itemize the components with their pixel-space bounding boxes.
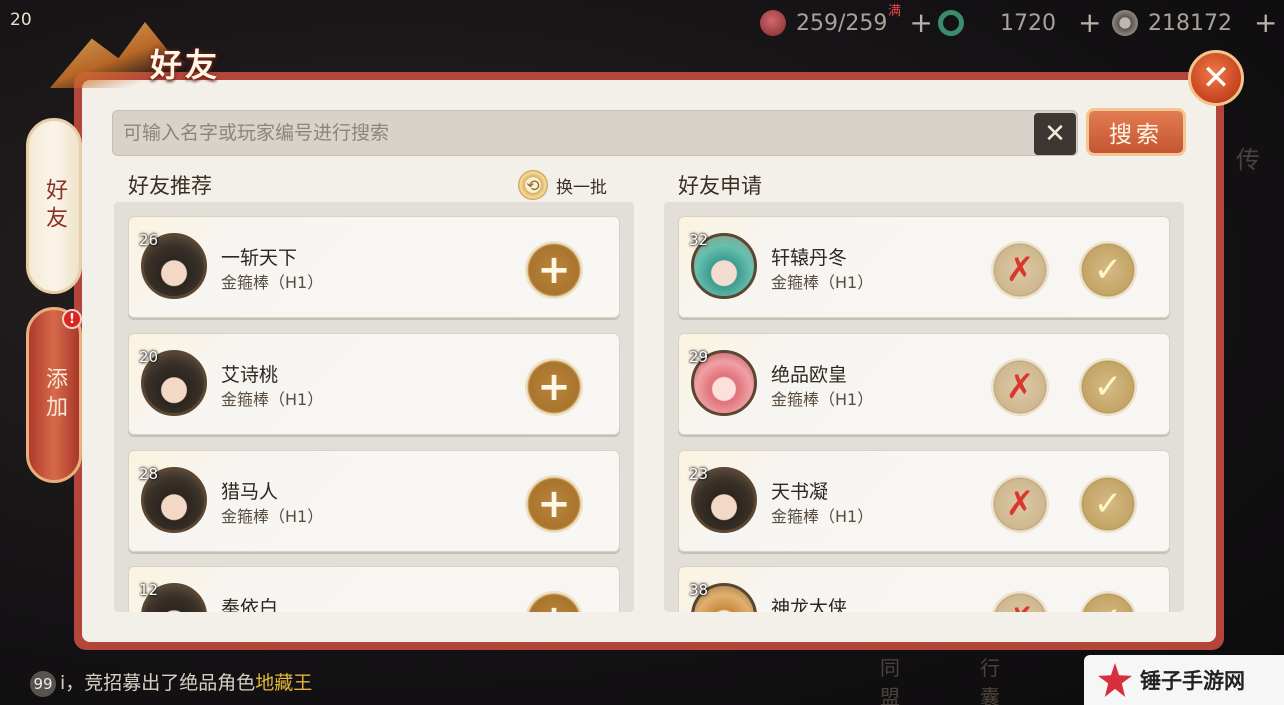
refresh-label: 换一批 <box>556 177 607 198</box>
list-item: 12 奉依白 + <box>128 566 620 612</box>
bg-alliance-label: 同 盟 <box>880 656 900 705</box>
avatar-level: 38 <box>689 581 709 599</box>
list-item: 23 天书凝 金箍棒（H1） ✗ ✓ <box>678 450 1170 552</box>
chat-text: i，竞招募出了绝品角色 <box>60 672 256 694</box>
add-stamina-button[interactable]: + <box>909 9 932 37</box>
avatar-level: 26 <box>139 231 159 249</box>
clear-search-button[interactable]: ✕ <box>1034 113 1076 155</box>
add-friend-button[interactable]: + <box>525 241 583 299</box>
player-level: 20 <box>10 10 32 30</box>
reject-request-button[interactable]: ✗ <box>991 358 1049 416</box>
tab-friends[interactable]: 好友 <box>26 118 82 294</box>
coin-icon <box>1112 10 1138 36</box>
recommend-title: 好友推荐 <box>128 174 212 198</box>
stamina-value: 259/259 <box>796 10 888 36</box>
avatar-level: 29 <box>689 348 709 366</box>
avatar-level: 28 <box>139 465 159 483</box>
reject-request-button[interactable]: ✗ <box>991 475 1049 533</box>
coin-value: 218172 <box>1148 10 1232 36</box>
add-friend-button[interactable]: + <box>525 475 583 533</box>
add-jade-button[interactable]: + <box>1078 9 1101 37</box>
search-box <box>112 110 1078 156</box>
watermark: 锤子手游网 <box>1084 655 1284 705</box>
list-item: 28 猎马人 金箍棒（H1） + <box>128 450 620 552</box>
list-item: 20 艾诗桃 金箍棒（H1） + <box>128 333 620 435</box>
accept-request-button[interactable]: ✓ <box>1079 358 1137 416</box>
bg-legend-label: 传 <box>1236 146 1260 174</box>
player-server: 金箍棒（H1） <box>221 507 324 526</box>
player-name: 一斩天下 <box>221 247 298 269</box>
requests-title: 好友申请 <box>678 174 762 198</box>
tab-add[interactable]: 添加 <box>26 307 82 483</box>
jade-value: 1720 <box>1000 10 1056 36</box>
accept-request-button[interactable]: ✓ <box>1079 475 1137 533</box>
stamina-full-tag: 满 <box>888 4 902 19</box>
list-item: 26 一斩天下 金箍棒（H1） + <box>128 216 620 318</box>
avatar-level: 12 <box>139 581 159 599</box>
alert-badge: ! <box>62 309 82 329</box>
list-item: 38 神龙大侠 ✗ ✓ <box>678 566 1170 612</box>
bg-bag-label: 行 囊 <box>980 656 1000 705</box>
accept-request-button[interactable]: ✓ <box>1079 591 1137 612</box>
search-button[interactable]: 搜索 <box>1086 108 1186 156</box>
player-server: 金箍棒（H1） <box>771 273 874 292</box>
player-name: 神龙大侠 <box>771 597 848 612</box>
star-logo-icon <box>1098 663 1132 697</box>
player-server: 金箍棒（H1） <box>771 507 874 526</box>
player-name: 天书凝 <box>771 481 829 503</box>
chat-count-badge: 99 <box>30 671 56 697</box>
watermark-text: 锤子手游网 <box>1140 669 1245 693</box>
refresh-icon: ⟲ <box>518 170 548 200</box>
player-name: 绝品欧皇 <box>771 364 848 386</box>
jade-resource: 1720 + <box>938 9 1101 37</box>
player-name: 轩辕丹冬 <box>771 247 848 269</box>
player-server: 金箍棒（H1） <box>221 390 324 409</box>
refresh-batch-button[interactable]: ⟲ 换一批 <box>518 170 607 200</box>
accept-request-button[interactable]: ✓ <box>1079 241 1137 299</box>
add-coin-button[interactable]: + <box>1254 9 1277 37</box>
player-server: 金箍棒（H1） <box>771 390 874 409</box>
list-item: 29 绝品欧皇 金箍棒（H1） ✗ ✓ <box>678 333 1170 435</box>
player-server: 金箍棒（H1） <box>221 273 324 292</box>
list-item: 32 轩辕丹冬 金箍棒（H1） ✗ ✓ <box>678 216 1170 318</box>
add-friend-button[interactable]: + <box>525 591 583 612</box>
player-name: 猎马人 <box>221 481 279 503</box>
stamina-icon <box>760 10 786 36</box>
stamina-resource: 259/259 + <box>760 9 933 37</box>
panel-title: 好友 <box>150 46 221 84</box>
search-input[interactable] <box>123 111 1023 155</box>
reject-request-button[interactable]: ✗ <box>991 591 1049 612</box>
reject-request-button[interactable]: ✗ <box>991 241 1049 299</box>
jade-icon <box>938 10 964 36</box>
add-friend-button[interactable]: + <box>525 358 583 416</box>
player-name: 艾诗桃 <box>221 364 279 386</box>
recommend-list[interactable]: 26 一斩天下 金箍棒（H1） + 20 艾诗桃 金箍棒（H1） + 28 猎马… <box>114 202 634 612</box>
chat-highlight: 地藏王 <box>255 672 313 694</box>
player-name: 奉依白 <box>221 597 279 612</box>
coin-resource: 218172 + <box>1112 9 1277 37</box>
avatar-level: 20 <box>139 348 159 366</box>
avatar-level: 23 <box>689 465 709 483</box>
chat-ticker[interactable]: 99 i，竞招募出了绝品角色地藏王 <box>30 668 312 697</box>
requests-list[interactable]: 32 轩辕丹冬 金箍棒（H1） ✗ ✓ 29 绝品欧皇 金箍棒（H1） ✗ ✓ … <box>664 202 1184 612</box>
avatar-level: 32 <box>689 231 709 249</box>
close-button[interactable]: ✕ <box>1188 50 1244 106</box>
